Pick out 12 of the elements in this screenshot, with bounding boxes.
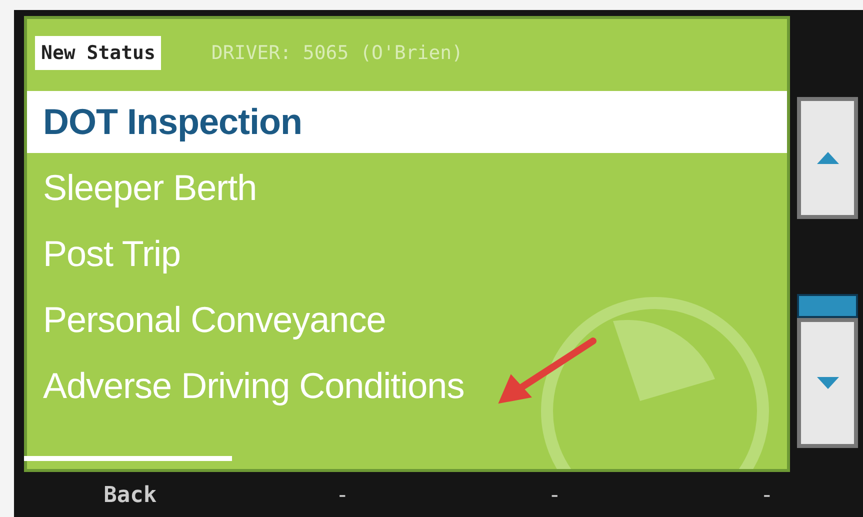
screen-title: New Status [35,36,162,70]
up-triangle-icon [816,152,838,164]
softkey-button[interactable]: Back [24,479,236,512]
down-triangle-icon [816,377,838,389]
softkey-button[interactable]: - [448,479,661,512]
scroll-down-button[interactable] [797,318,858,448]
scroll-up-button[interactable] [797,97,858,219]
driver-label: DRIVER: 5065 (O'Brien) [211,42,464,64]
softkey-button[interactable]: - [236,479,448,512]
softkey-button[interactable]: - [660,479,863,512]
status-item[interactable]: DOT Inspection [27,91,787,153]
scroll-thumb[interactable] [797,294,858,318]
